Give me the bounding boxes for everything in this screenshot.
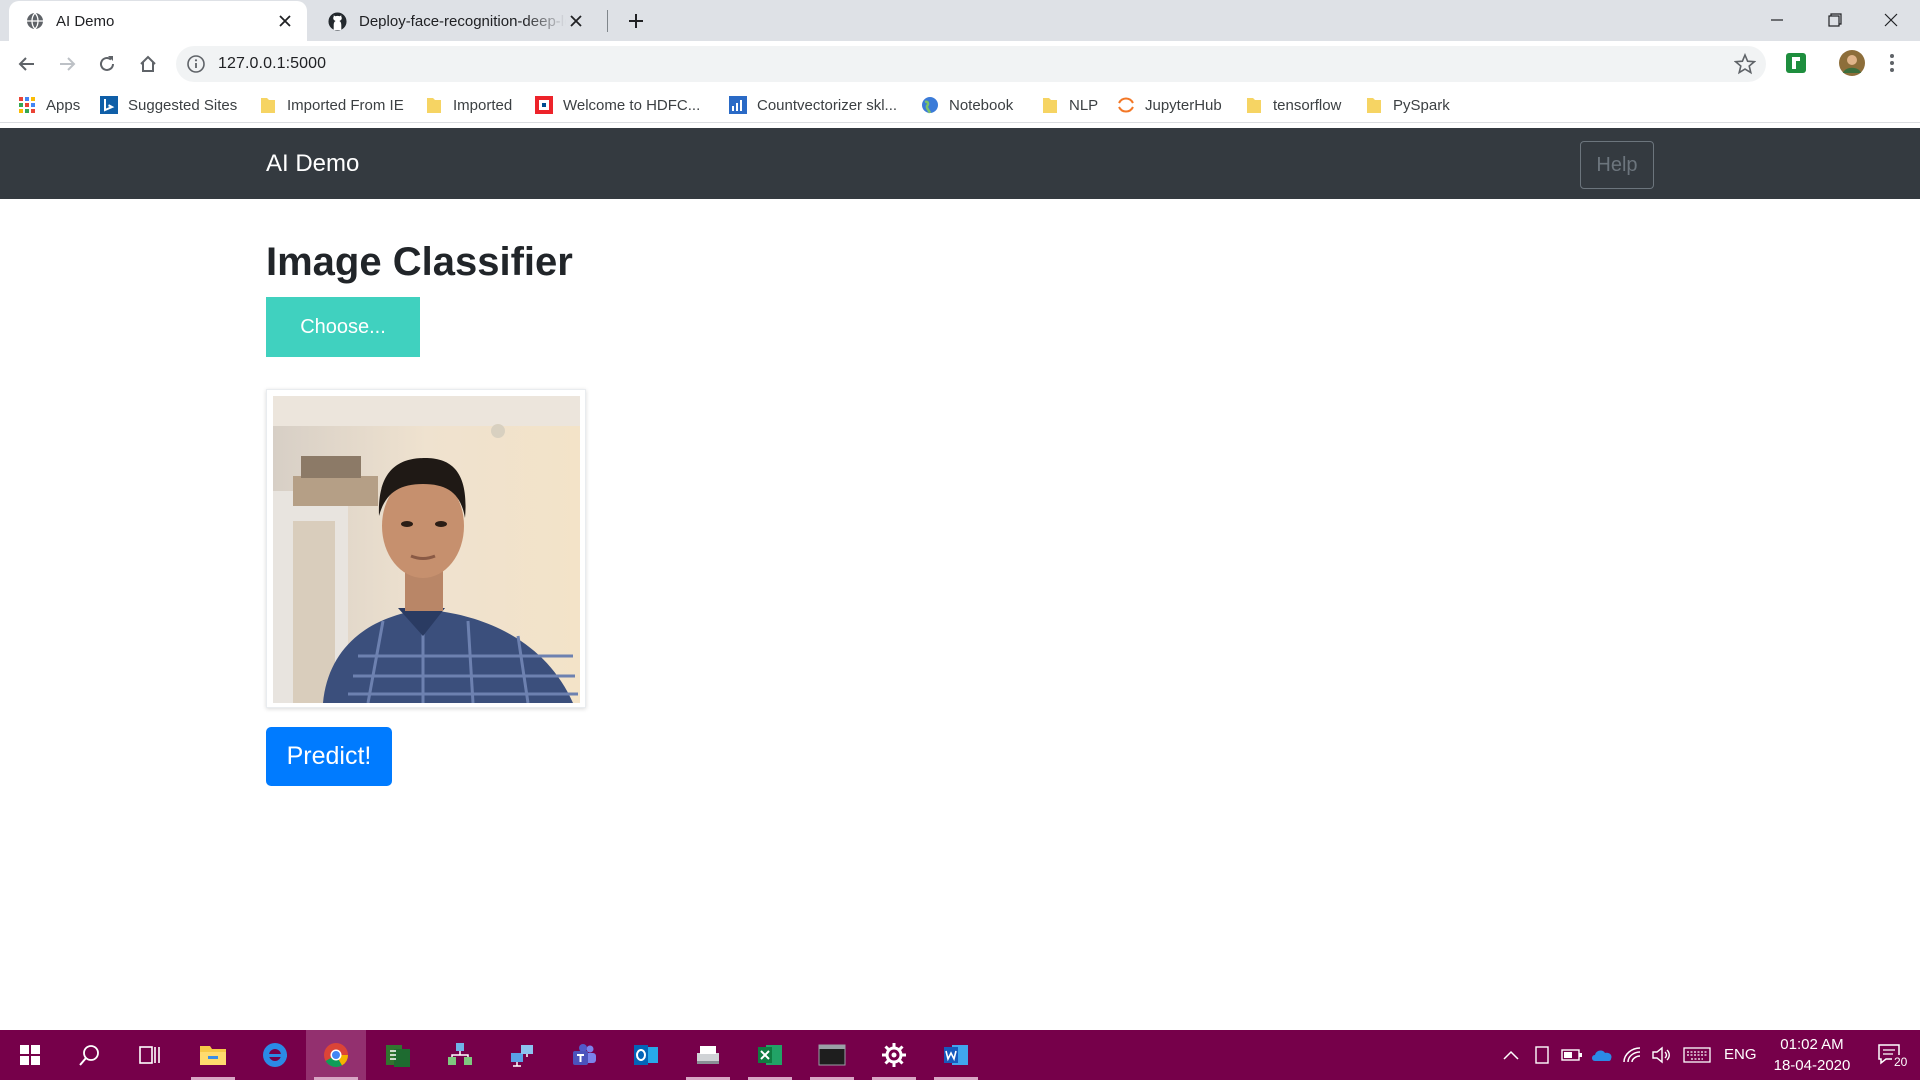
bookmark-tensorflow[interactable]: tensorflow (1245, 95, 1341, 115)
chrome-icon[interactable] (306, 1030, 366, 1080)
bookmark-star-icon[interactable] (1733, 52, 1757, 75)
keyboard-icon[interactable] (1680, 1030, 1714, 1080)
image-preview-frame (266, 389, 586, 708)
new-tab-icon[interactable] (623, 8, 649, 34)
folder-icon (425, 96, 443, 114)
bookmark-label: Imported (453, 96, 513, 114)
globe-icon (25, 12, 44, 31)
start-icon[interactable] (0, 1030, 60, 1080)
predict-button[interactable]: Predict! (266, 727, 392, 786)
tab-ai-demo[interactable]: AI Demo (9, 1, 307, 41)
bookmark-hdfc[interactable]: Welcome to HDFC... (535, 95, 700, 115)
wifi-icon[interactable] (1619, 1030, 1645, 1080)
file-explorer-icon[interactable] (183, 1030, 243, 1080)
forward-icon[interactable] (50, 47, 84, 81)
onedrive-icon[interactable] (1588, 1030, 1616, 1080)
bookmark-label: Countvectorizer skl... (757, 96, 898, 114)
bookmark-countvectorizer[interactable]: Countvectorizer skl... (729, 95, 897, 115)
hdfc-icon (535, 96, 553, 114)
outlook-icon[interactable] (616, 1030, 676, 1080)
menu-kebab-icon[interactable] (1880, 51, 1906, 77)
restore-icon[interactable] (1806, 0, 1864, 40)
bookmark-suggested-sites[interactable]: Suggested Sites (100, 95, 237, 115)
bookmark-label: Imported From IE (287, 96, 404, 114)
bookmark-notebook[interactable]: Notebook (921, 95, 1013, 115)
folder-icon (259, 96, 277, 114)
scanner-icon[interactable] (678, 1030, 738, 1080)
minimize-icon[interactable] (1748, 0, 1806, 40)
address-bar[interactable]: 127.0.0.1:5000 (176, 46, 1766, 82)
site-info-icon[interactable] (186, 54, 206, 74)
settings-icon[interactable] (864, 1030, 924, 1080)
tab-separator (607, 10, 608, 32)
notification-count: 20 (1892, 1055, 1910, 1069)
bookmark-jupyterhub[interactable]: JupyterHub (1117, 95, 1222, 115)
folder-icon (1245, 96, 1263, 114)
bookmark-nlp[interactable]: NLP (1041, 95, 1098, 115)
apps-grid-icon (18, 96, 36, 114)
extension-icon[interactable] (1784, 51, 1810, 77)
page-title: Image Classifier (266, 240, 573, 284)
bookmark-label: PySpark (1393, 96, 1450, 114)
task-view-icon[interactable] (120, 1030, 180, 1080)
excel-icon[interactable] (740, 1030, 800, 1080)
bookmark-label: NLP (1069, 96, 1099, 114)
tab-strip: AI Demo Deploy-face-recognition-deep-le (0, 0, 1920, 41)
tab-title: AI Demo (56, 12, 115, 30)
search-icon[interactable] (60, 1030, 120, 1080)
notifications-icon[interactable]: 20 (1868, 1030, 1914, 1080)
bookmark-apps[interactable]: Apps (18, 95, 80, 115)
bookmark-pyspark[interactable]: PySpark (1365, 95, 1450, 115)
url-text: 127.0.0.1:5000 (218, 55, 327, 72)
tab-title: Deploy-face-recognition-deep-le (359, 12, 566, 30)
bookmark-label: JupyterHub (1145, 96, 1222, 114)
chart-icon (729, 96, 747, 114)
browser-toolbar: 127.0.0.1:5000 (0, 41, 1920, 87)
project-icon[interactable] (368, 1030, 428, 1080)
tab-github-repo[interactable]: Deploy-face-recognition-deep-le (312, 1, 598, 41)
reload-icon[interactable] (90, 47, 124, 81)
bookmark-label: Welcome to HDFC... (563, 96, 701, 114)
folder-icon (1041, 96, 1059, 114)
bing-icon (100, 96, 118, 114)
clock[interactable]: 01:02 AM 18-04-2020 (1762, 1034, 1862, 1076)
bookmarks-bar: Apps Suggested Sites Imported From IE Im… (0, 87, 1920, 123)
remote-icon[interactable] (492, 1030, 552, 1080)
close-tab-icon[interactable] (275, 11, 295, 31)
battery-icon[interactable] (1559, 1030, 1585, 1080)
bookmark-imported-from-ie[interactable]: Imported From IE (259, 95, 404, 115)
choose-file-button[interactable]: Choose... (266, 297, 420, 357)
bookmark-label: Apps (46, 96, 81, 114)
help-button[interactable]: Help (1580, 141, 1654, 189)
volume-icon[interactable] (1648, 1030, 1674, 1080)
navbar-brand[interactable]: AI Demo (266, 150, 359, 178)
clock-time: 01:02 AM (1780, 1036, 1844, 1053)
bookmark-label: Notebook (949, 96, 1014, 114)
tablet-icon[interactable] (1531, 1030, 1553, 1080)
folder-icon (1365, 96, 1383, 114)
github-icon (328, 11, 347, 31)
clock-date: 18-04-2020 (1773, 1057, 1851, 1074)
home-icon[interactable] (131, 47, 165, 81)
edge-icon[interactable] (245, 1030, 305, 1080)
globe-icon (921, 96, 939, 114)
terminal-icon[interactable] (802, 1030, 862, 1080)
site-navbar: AI Demo Help (0, 128, 1920, 199)
bookmark-label: Suggested Sites (128, 96, 238, 114)
back-icon[interactable] (10, 47, 44, 81)
bookmark-label: tensorflow (1273, 96, 1342, 114)
uploaded-photo (273, 396, 580, 703)
close-tab-icon[interactable] (566, 11, 586, 31)
bookmark-imported[interactable]: Imported (425, 95, 512, 115)
close-window-icon[interactable] (1862, 0, 1920, 40)
chevron-up-icon[interactable] (1500, 1030, 1522, 1080)
windows-taskbar: ENG 01:02 AM 18-04-2020 20 (0, 1030, 1920, 1080)
network-app-icon[interactable] (430, 1030, 490, 1080)
profile-avatar-icon[interactable] (1838, 49, 1866, 77)
word-icon[interactable] (926, 1030, 986, 1080)
language-indicator[interactable]: ENG (1724, 1046, 1757, 1063)
teams-icon[interactable] (554, 1030, 614, 1080)
jupyter-icon (1117, 96, 1135, 114)
